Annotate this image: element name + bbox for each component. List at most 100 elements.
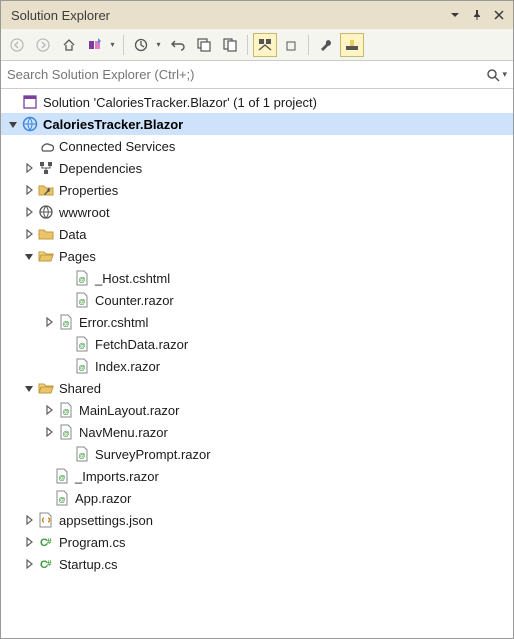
node-label: Data bbox=[59, 227, 86, 242]
tree-node-pages[interactable]: Pages bbox=[1, 245, 513, 267]
svg-text:@: @ bbox=[63, 321, 70, 328]
node-label: Shared bbox=[59, 381, 101, 396]
node-label: Connected Services bbox=[59, 139, 175, 154]
expander-closed[interactable] bbox=[21, 559, 37, 569]
json-file-icon bbox=[37, 511, 55, 529]
tree-node-file[interactable]: @ App.razor bbox=[1, 487, 513, 509]
tree-node-wwwroot[interactable]: wwwroot bbox=[1, 201, 513, 223]
tree-node-file[interactable]: @ Index.razor bbox=[1, 355, 513, 377]
toolbar-separator bbox=[308, 35, 309, 55]
file-label: _Imports.razor bbox=[75, 469, 159, 484]
search-bar[interactable]: ▾ bbox=[1, 61, 513, 89]
cshtml-file-icon: @ bbox=[57, 313, 75, 331]
svg-text:@: @ bbox=[63, 431, 70, 438]
home-button[interactable] bbox=[57, 33, 81, 57]
file-label: NavMenu.razor bbox=[79, 425, 168, 440]
expander-closed[interactable] bbox=[21, 207, 37, 217]
file-label: Error.cshtml bbox=[79, 315, 148, 330]
tree-node-file[interactable]: @ SurveyPrompt.razor bbox=[1, 443, 513, 465]
properties-folder-icon bbox=[37, 181, 55, 199]
panel-title: Solution Explorer bbox=[11, 8, 443, 23]
switch-views-button[interactable] bbox=[83, 33, 107, 57]
expander-closed[interactable] bbox=[41, 427, 57, 437]
folder-open-icon bbox=[37, 247, 55, 265]
tree-node-file[interactable]: @ Error.cshtml bbox=[1, 311, 513, 333]
svg-text:@: @ bbox=[59, 475, 66, 482]
tree-node-shared[interactable]: Shared bbox=[1, 377, 513, 399]
tree-node-file[interactable]: @ _Host.cshtml bbox=[1, 267, 513, 289]
file-label: Index.razor bbox=[95, 359, 160, 374]
show-all-files-button[interactable] bbox=[218, 33, 242, 57]
expander-closed[interactable] bbox=[21, 185, 37, 195]
file-label: Program.cs bbox=[59, 535, 125, 550]
sync-button[interactable] bbox=[166, 33, 190, 57]
track-active-button[interactable] bbox=[340, 33, 364, 57]
expander-open[interactable] bbox=[21, 251, 37, 261]
expander-closed[interactable] bbox=[21, 515, 37, 525]
svg-text:@: @ bbox=[79, 365, 86, 372]
tree-node-connected-services[interactable]: Connected Services bbox=[1, 135, 513, 157]
tree-node-file[interactable]: @ Counter.razor bbox=[1, 289, 513, 311]
switch-views-dropdown[interactable]: ▾ bbox=[109, 40, 116, 49]
solution-tree: Solution 'CaloriesTracker.Blazor' (1 of … bbox=[1, 89, 513, 638]
file-label: _Host.cshtml bbox=[95, 271, 170, 286]
search-icon[interactable]: ▾ bbox=[486, 68, 507, 82]
expander-open[interactable] bbox=[5, 119, 21, 129]
tree-node-properties[interactable]: Properties bbox=[1, 179, 513, 201]
tree-node-file[interactable]: @ MainLayout.razor bbox=[1, 399, 513, 421]
pending-changes-dropdown[interactable]: ▾ bbox=[155, 40, 162, 49]
connected-services-icon bbox=[37, 137, 55, 155]
razor-file-icon: @ bbox=[53, 489, 71, 507]
file-label: FetchData.razor bbox=[95, 337, 188, 352]
expander-open[interactable] bbox=[21, 383, 37, 393]
node-label: wwwroot bbox=[59, 205, 110, 220]
forward-button[interactable] bbox=[31, 33, 55, 57]
tree-node-file[interactable]: C# Startup.cs bbox=[1, 553, 513, 575]
project-node[interactable]: CaloriesTracker.Blazor bbox=[1, 113, 513, 135]
pin-icon[interactable] bbox=[467, 5, 487, 25]
tree-node-file[interactable]: C# Program.cs bbox=[1, 531, 513, 553]
razor-file-icon: @ bbox=[57, 401, 75, 419]
svg-text:#: # bbox=[47, 559, 52, 568]
tree-node-dependencies[interactable]: Dependencies bbox=[1, 157, 513, 179]
razor-file-icon: @ bbox=[57, 423, 75, 441]
file-label: MainLayout.razor bbox=[79, 403, 179, 418]
titlebar: Solution Explorer bbox=[1, 1, 513, 29]
tree-node-file[interactable]: appsettings.json bbox=[1, 509, 513, 531]
dropdown-position-icon[interactable] bbox=[445, 5, 465, 25]
node-label: Pages bbox=[59, 249, 96, 264]
folder-open-icon bbox=[37, 379, 55, 397]
file-label: appsettings.json bbox=[59, 513, 153, 528]
svg-text:@: @ bbox=[79, 299, 86, 306]
toolbar-separator bbox=[247, 35, 248, 55]
preview-selected-button[interactable] bbox=[253, 33, 277, 57]
tree-node-file[interactable]: @ FetchData.razor bbox=[1, 333, 513, 355]
tree-node-file[interactable]: @ NavMenu.razor bbox=[1, 421, 513, 443]
close-icon[interactable] bbox=[489, 5, 509, 25]
expander-closed[interactable] bbox=[21, 229, 37, 239]
preview-dropdown-button[interactable] bbox=[279, 33, 303, 57]
file-label: Startup.cs bbox=[59, 557, 118, 572]
globe-icon bbox=[37, 203, 55, 221]
collapse-all-button[interactable] bbox=[192, 33, 216, 57]
solution-node[interactable]: Solution 'CaloriesTracker.Blazor' (1 of … bbox=[1, 91, 513, 113]
svg-text:#: # bbox=[47, 537, 52, 546]
csharp-file-icon: C# bbox=[37, 555, 55, 573]
expander-closed[interactable] bbox=[21, 537, 37, 547]
expander-closed[interactable] bbox=[41, 405, 57, 415]
csharp-file-icon: C# bbox=[37, 533, 55, 551]
razor-file-icon: @ bbox=[73, 335, 91, 353]
svg-text:@: @ bbox=[59, 497, 66, 504]
expander-closed[interactable] bbox=[21, 163, 37, 173]
search-input[interactable] bbox=[7, 67, 486, 82]
back-button[interactable] bbox=[5, 33, 29, 57]
tree-node-file[interactable]: @ _Imports.razor bbox=[1, 465, 513, 487]
properties-button[interactable] bbox=[314, 33, 338, 57]
pending-changes-filter-button[interactable] bbox=[129, 33, 153, 57]
expander-closed[interactable] bbox=[41, 317, 57, 327]
node-label: Properties bbox=[59, 183, 118, 198]
toolbar-separator bbox=[123, 35, 124, 55]
tree-node-data[interactable]: Data bbox=[1, 223, 513, 245]
razor-file-icon: @ bbox=[73, 445, 91, 463]
cshtml-file-icon: @ bbox=[73, 269, 91, 287]
